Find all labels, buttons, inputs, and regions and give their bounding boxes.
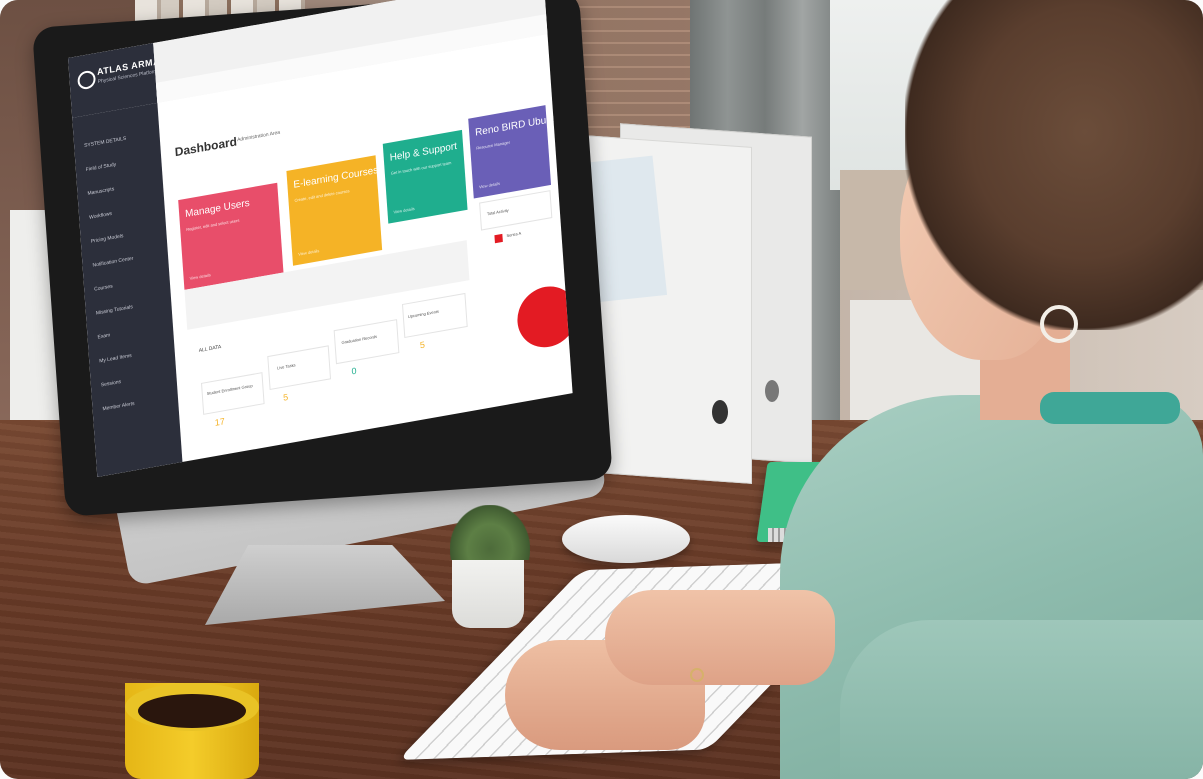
side-box-label: Total Activity: [486, 207, 509, 217]
succulent-plant: [450, 505, 530, 560]
stat-card: Graduation Records 0: [333, 319, 400, 377]
photo-scene: ATLAS ARMAS Physical Sciences Platform S…: [0, 0, 1203, 779]
shirt-collar: [1040, 392, 1180, 424]
card-manage-users[interactable]: Manage Users Register, edit and select u…: [178, 182, 284, 290]
ring: [690, 668, 704, 682]
card-desc: Register, edit and select users: [186, 217, 240, 233]
stat-label: Graduation Records: [341, 333, 378, 346]
card-title: Reno BIRD Ubuntu: [474, 112, 561, 139]
plant-pot: [452, 550, 524, 628]
panel-label: ALL DATA: [198, 344, 222, 355]
right-hand: [605, 590, 835, 685]
stat-label: Live Tasks: [276, 362, 296, 371]
stat-card: Live Tasks 5: [267, 345, 332, 403]
side-box: Total Activity: [479, 190, 553, 231]
page-title: Dashboard: [174, 134, 238, 160]
stat-value: 5: [419, 339, 426, 351]
stat-value: 5: [282, 391, 289, 403]
stat-label: Student Enrollment Group: [206, 382, 253, 397]
card-title: Manage Users: [184, 197, 250, 221]
legend-label: Series A: [506, 230, 522, 239]
stat-card: Student Enrollment Group 17: [200, 372, 265, 428]
stat-value: 17: [214, 416, 226, 428]
stat-label: Upcoming Events: [407, 308, 440, 320]
card-desc: Get in touch with our support team: [390, 160, 452, 176]
card-footer[interactable]: View details: [189, 272, 210, 281]
card-resource[interactable]: Reno BIRD Ubuntu Resource Manager View d…: [468, 105, 560, 199]
card-help-support[interactable]: Help & Support Get in touch with our sup…: [382, 129, 468, 224]
card-title: E-learning Courses: [293, 164, 379, 191]
legend-swatch: [494, 233, 503, 244]
coffee: [138, 694, 246, 728]
card-e-learning-courses[interactable]: E-learning Courses Create, edit and dele…: [286, 155, 383, 266]
person-arm: [840, 620, 1203, 779]
card-desc: Create, edit and delete courses: [294, 188, 350, 203]
pie-chart-segment: [515, 281, 573, 353]
card-footer[interactable]: View details: [393, 206, 414, 215]
person-hair: [905, 0, 1203, 330]
binder-finger-hole-back: [765, 380, 779, 402]
binder-finger-hole: [712, 400, 728, 424]
earring: [1040, 305, 1078, 343]
stat-card: Upcoming Events 5: [401, 292, 468, 350]
monitor-screen: ATLAS ARMAS Physical Sciences Platform S…: [68, 0, 573, 477]
mouse: [562, 515, 690, 563]
stat-value: 0: [351, 365, 357, 377]
card-footer[interactable]: View details: [298, 248, 319, 257]
page-subtitle: Administration Area: [236, 129, 281, 144]
card-footer[interactable]: View details: [479, 181, 500, 190]
card-desc: Resource Manager: [476, 139, 511, 151]
